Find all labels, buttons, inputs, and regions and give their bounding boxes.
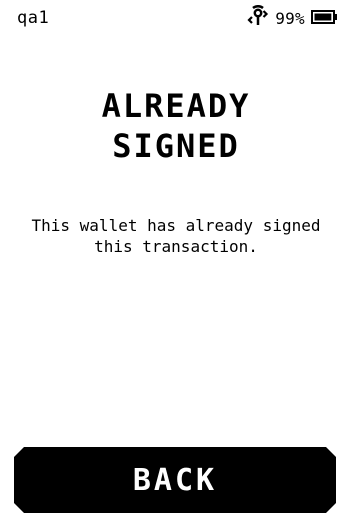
usb-icon xyxy=(247,5,269,31)
back-button[interactable]: BACK xyxy=(14,447,336,513)
message-text: This wallet has already signed this tran… xyxy=(10,215,342,257)
message-line-2: this transaction. xyxy=(94,237,258,256)
battery-percent: 99% xyxy=(275,8,305,28)
page-title: ALREADY SIGNED xyxy=(0,86,352,166)
title-line-1: ALREADY xyxy=(101,87,251,125)
battery-icon xyxy=(311,9,338,28)
status-bar: qa1 99% xyxy=(0,0,352,36)
message-line-1: This wallet has already signed xyxy=(31,216,321,235)
status-indicators: 99% xyxy=(247,5,338,31)
device-name: qa1 xyxy=(17,8,50,28)
title-line-2: SIGNED xyxy=(112,127,240,165)
